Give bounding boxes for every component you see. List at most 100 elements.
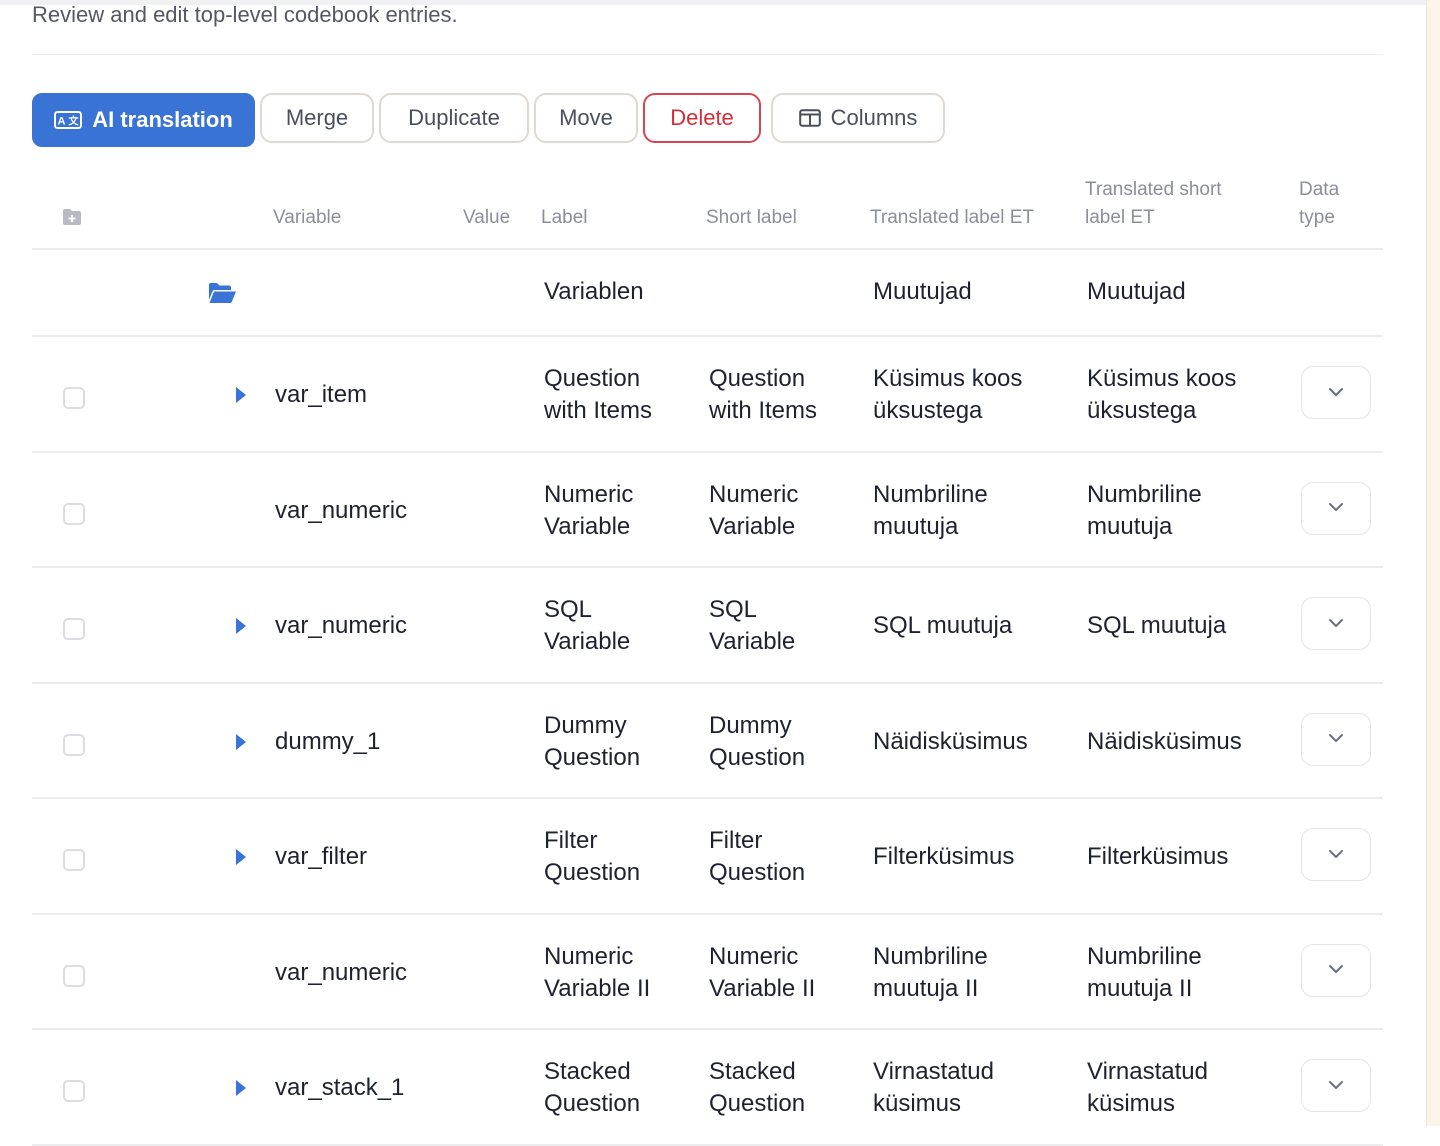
row-checkbox[interactable] [63, 964, 85, 987]
folder-label: Variablen [544, 278, 644, 305]
folder-open-icon[interactable] [207, 281, 237, 310]
col-translated-short-label-line1: Translated short [1085, 179, 1222, 200]
table-row[interactable]: dummy_1 Dummy Question Dummy Question Näidisk… [32, 684, 1383, 799]
short-label-cell-line1: Filter [709, 827, 763, 854]
translated-short-label-cell-line2: üksustega [1087, 397, 1197, 424]
label-cell-line1: Filter [544, 827, 598, 854]
col-translated-short-label[interactable]: Translated short label ET [1085, 176, 1222, 232]
short-label-cell-line2: Variable [709, 512, 796, 540]
short-label-cell: SQL Variable [709, 594, 795, 658]
folder-translated-label: Muutujad [873, 278, 972, 305]
short-label-cell: Dummy Question [709, 710, 805, 774]
variable-cell-line1: var_filter [275, 843, 368, 870]
translated-short-label-cell-line1: SQL muutuja [1087, 612, 1227, 639]
row-checkbox[interactable] [63, 1080, 85, 1102]
translated-label-cell: Näidisküsimus [873, 726, 1028, 758]
row-checkbox[interactable] [63, 849, 85, 871]
table-row[interactable]: var_numeric Numeric Variable Numeric Variabl… [32, 453, 1383, 568]
folder-row[interactable]: Variablen Muutujad Muutujad [32, 250, 1383, 337]
col-translated-label[interactable]: Translated label ET [870, 204, 1034, 232]
variable-cell-line1: var_item [275, 381, 368, 408]
caret-right-icon[interactable] [236, 618, 246, 634]
row-checkbox[interactable] [63, 733, 85, 756]
row-checkbox[interactable] [63, 502, 85, 525]
variable-cell-line1: var_numeric [275, 958, 408, 986]
delete-label: Delete [670, 105, 734, 130]
folder-plus-icon[interactable] [62, 208, 82, 231]
table-row[interactable]: var_stack_1 Stacked Question Stacked Questio… [32, 1030, 1383, 1146]
label-cell: Filter Question [544, 825, 640, 889]
data-type-select[interactable] [1301, 481, 1371, 535]
short-label-cell: Numeric Variable [709, 479, 798, 543]
translated-short-label-cell: SQL muutuja [1087, 610, 1226, 642]
chevron-down-icon [1328, 1077, 1344, 1095]
data-type-select[interactable] [1301, 828, 1371, 881]
col-variable[interactable]: Variable [273, 204, 341, 232]
translated-short-label-cell-line1: Numbriline [1087, 942, 1202, 970]
label-cell-line2: Variable II [544, 974, 651, 1002]
chevron-down-icon [1328, 730, 1344, 748]
col-label[interactable]: Label [541, 204, 588, 232]
chevron-down-icon [1328, 499, 1344, 517]
short-label-cell: Stacked Question [709, 1056, 805, 1120]
label-cell: SQL Variable [544, 594, 630, 658]
data-type-select[interactable] [1301, 712, 1371, 766]
caret-right-icon[interactable] [236, 1080, 246, 1096]
translated-label-cell-line1: Näidisküsimus [873, 727, 1028, 755]
short-label-cell-line1: SQL [709, 596, 758, 623]
ai-translation-label: AI translation [92, 107, 233, 132]
translated-label-cell: Küsimus koos üksustega [873, 363, 1022, 427]
label-cell-line1: SQL [544, 596, 593, 623]
label-cell: Numeric Variable [544, 479, 633, 543]
translated-short-label-cell: Numbriline muutuja [1087, 479, 1202, 543]
data-type-select[interactable] [1301, 366, 1371, 419]
label-cell-line1: Numeric [544, 942, 634, 970]
label-cell-line2: with Items [544, 397, 653, 424]
variable-cell-line1: dummy_1 [275, 727, 381, 755]
data-type-select[interactable] [1301, 943, 1371, 997]
data-type-select[interactable] [1301, 597, 1371, 650]
short-label-cell-line1: Question [709, 365, 806, 392]
col-data-type-line2: type [1299, 207, 1335, 228]
table-row[interactable]: var_item Question with Items Question with I… [32, 337, 1383, 453]
chevron-down-icon [1328, 615, 1344, 633]
translated-label-cell: Numbriline muutuja II [873, 941, 988, 1005]
translated-short-label-cell: Küsimus koos üksustega [1087, 363, 1236, 427]
merge-button[interactable]: Merge [260, 93, 374, 143]
table-row[interactable]: var_numeric SQL Variable SQL Variable SQL muu… [32, 568, 1383, 684]
table-row[interactable]: var_numeric Numeric Variable II Numeric Vari… [32, 915, 1383, 1030]
translated-short-label-cell: Filterküsimus [1087, 841, 1228, 873]
short-label-cell-line1: Dummy [709, 711, 792, 739]
translated-label-cell-line1: Numbriline [873, 480, 988, 508]
columns-button[interactable]: Columns [771, 93, 945, 143]
col-value[interactable]: Value [463, 204, 510, 232]
caret-right-icon[interactable] [236, 387, 246, 403]
label-cell-line1: Numeric [544, 480, 634, 508]
row-checkbox[interactable] [63, 387, 85, 409]
label-cell-line2: Variable [544, 628, 631, 655]
variable-cell: var_numeric [275, 610, 407, 642]
data-type-select[interactable] [1301, 1059, 1371, 1112]
col-data-type-line1: Data [1299, 179, 1340, 200]
translated-label-cell-line1: SQL muutuja [873, 612, 1013, 639]
caret-right-icon[interactable] [236, 849, 246, 865]
label-cell-line2: Question [544, 743, 641, 771]
ai-translation-button[interactable]: A 文 AI translation [32, 93, 255, 147]
row-checkbox[interactable] [63, 618, 85, 640]
label-cell: Numeric Variable II [544, 941, 650, 1005]
short-label-cell: Question with Items [709, 363, 817, 427]
variable-cell: var_item [275, 379, 367, 411]
move-button[interactable]: Move [534, 93, 638, 143]
col-data-type[interactable]: Data type [1299, 176, 1339, 232]
table-row[interactable]: var_filter Filter Question Filter Question Fi… [32, 799, 1383, 915]
duplicate-button[interactable]: Duplicate [379, 93, 529, 143]
translated-label-cell: Filterküsimus [873, 841, 1014, 873]
variable-cell: dummy_1 [275, 726, 380, 758]
col-short-label[interactable]: Short label [706, 204, 797, 232]
delete-button[interactable]: Delete [643, 93, 761, 143]
caret-right-icon[interactable] [236, 733, 246, 750]
translated-label-cell-line1: Virnastatud [873, 1058, 994, 1085]
label-cell: Dummy Question [544, 710, 640, 774]
short-label-cell-line2: Question [709, 1090, 806, 1117]
translated-label-cell-line2: muutuja II [873, 974, 979, 1002]
